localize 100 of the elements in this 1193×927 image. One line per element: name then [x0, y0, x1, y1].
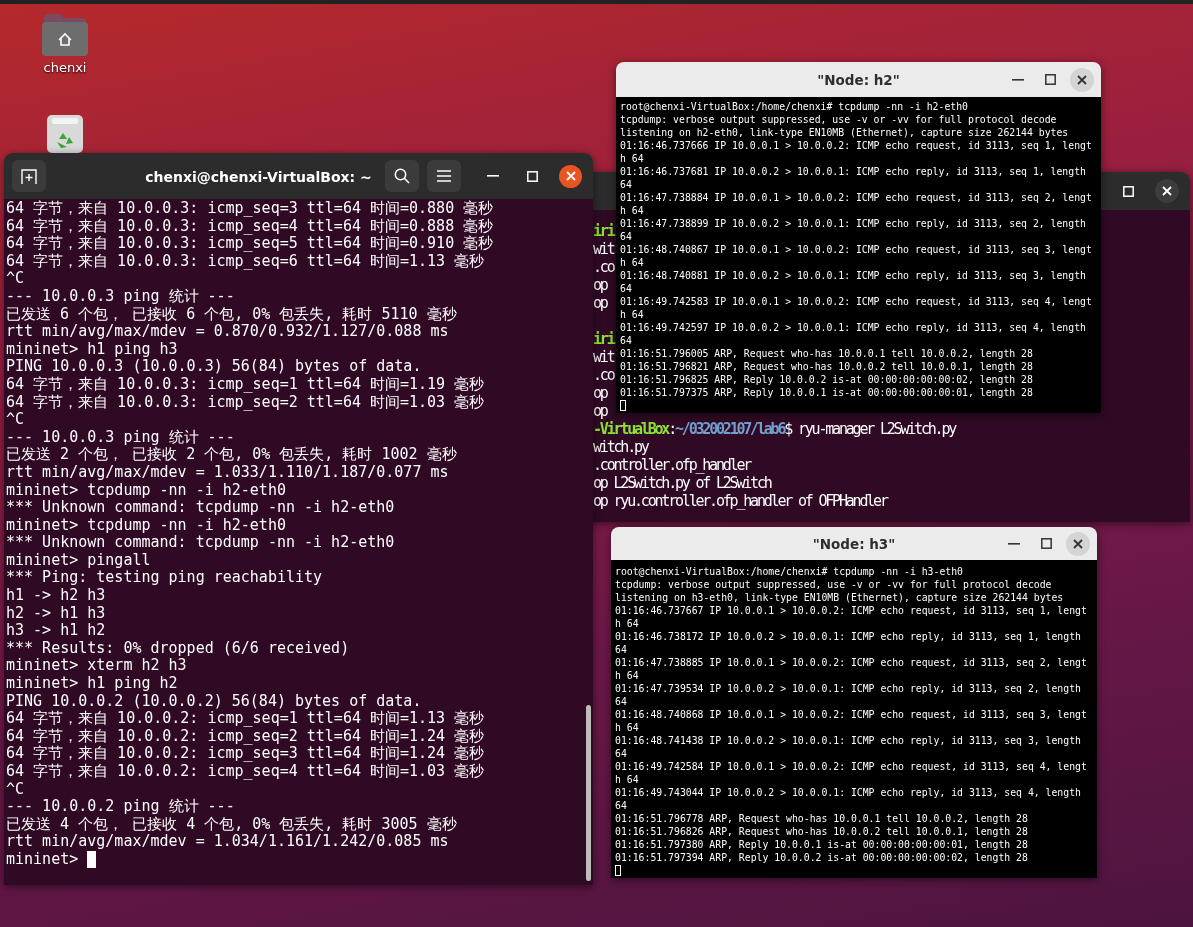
terminal-line: 01:16:46.737666 IP 10.0.0.1 > 10.0.0.2: ICMP echo request, id 3113, seq 1, lengt — [620, 139, 1093, 152]
window-title: chenxi@chenxi-VirtualBox: ~ — [145, 168, 372, 185]
icon-label: chenxi — [43, 60, 87, 75]
terminal-line: mininet> h1 ping h3 — [6, 340, 179, 359]
terminal-line: 64 字节，来自 10.0.0.2: icmp_seq=2 ttl=64 时间=1.24 毫秒 — [6, 727, 486, 745]
terminal-line: 01:16:48.740867 IP 10.0.0.1 > 10.0.0.2: ICMP echo request, id 3113, seq 3, lengt — [620, 243, 1093, 256]
terminal-line: --- 10.0.0.3 ping 统计 --- — [6, 428, 236, 446]
terminal-line: 01:16:51.797375 ARP, Reply 10.0.0.1 is-at 00:00:00:00:00:01, length 28 — [620, 386, 1034, 399]
cursor — [87, 850, 97, 868]
terminal-line: h 64 — [615, 721, 640, 734]
terminal-line: 64 字节，来自 10.0.0.3: icmp_seq=4 ttl=64 时间=0.888 毫秒 — [6, 217, 495, 235]
close-icon — [1162, 186, 1172, 196]
new-tab-icon — [21, 168, 37, 184]
terminal-line: 64 — [615, 799, 628, 812]
close-icon — [1077, 74, 1087, 85]
terminal-line: 64 字节，来自 10.0.0.3: icmp_seq=3 ttl=64 时间=0.880 毫秒 — [6, 200, 495, 218]
terminal-line: 01:16:47.738899 IP 10.0.0.2 > 10.0.0.1: ICMP echo reply, id 3113, seq 2, length — [620, 217, 1087, 230]
terminal-line: root@chenxi-VirtualBox:/home/chenxi# tcpdump -nn -i h3-eth0 — [615, 565, 964, 578]
trash-icon[interactable] — [47, 115, 83, 153]
terminal-line: op L2Switch.py of L2Switch — [593, 474, 771, 492]
scrollbar-thumb[interactable] — [586, 705, 591, 881]
terminal-line: rtt min/avg/max/mdev = 1.033/1.110/1.187/0.077 ms — [6, 463, 450, 482]
terminal-line: 64 字节，来自 10.0.0.3: icmp_seq=2 ttl=64 时间=1.03 毫秒 — [6, 393, 486, 412]
terminal-line: -VirtualBox:~/032002107/lab6$ ryu-manager L2Switch.py — [593, 420, 956, 438]
terminal-line: PING 10.0.0.2 (10.0.0.2) 56(84) bytes of data. — [6, 692, 423, 710]
terminal-line: listening on h2-eth0, link-type EN10MB (Ethernet), capture size 262144 bytes — [620, 126, 1070, 139]
minimize-icon — [487, 175, 499, 177]
terminal-line: iri — [593, 330, 614, 348]
terminal-line: --- 10.0.0.2 ping 统计 --- — [6, 798, 236, 816]
terminal-line: op — [593, 402, 607, 420]
close-icon — [565, 171, 576, 181]
terminal-line: ^C — [6, 411, 26, 429]
terminal-line: 01:16:47.739534 IP 10.0.0.2 > 10.0.0.1: ICMP echo reply, id 3113, seq 2, length — [615, 682, 1082, 695]
terminal-line: wit — [593, 240, 614, 258]
maximize-icon — [526, 170, 538, 182]
home-folder-icon[interactable] — [42, 12, 88, 56]
terminal-line: 01:16:51.797394 ARP, Reply 10.0.0.2 is-at 00:00:00:00:00:02, length 28 — [615, 851, 1029, 864]
terminal-line: 已发送 2 个包， 已接收 2 个包, 0% 包丢失, 耗时 1002 毫秒 — [6, 446, 458, 464]
terminal-line: 01:16:48.741438 IP 10.0.0.2 > 10.0.0.1: ICMP echo reply, id 3113, seq 3, length — [615, 734, 1082, 747]
terminal-line: 01:16:49.742584 IP 10.0.0.1 > 10.0.0.2: ICMP echo request, id 3113, seq 4, lengt — [615, 760, 1088, 773]
terminal-line: 01:16:51.797380 ARP, Reply 10.0.0.1 is-at 00:00:00:00:00:01, length 28 — [615, 838, 1029, 851]
terminal-line: h 64 — [615, 617, 640, 630]
window-title: "Node: h3" — [812, 535, 896, 552]
terminal-line: --- 10.0.0.3 ping 统计 --- — [6, 287, 236, 306]
terminal-line: witch.py — [593, 438, 648, 456]
terminal-line: wit — [593, 348, 614, 366]
cursor — [620, 400, 626, 411]
terminal-line: h 64 — [620, 308, 645, 321]
close-button[interactable] — [559, 164, 582, 188]
terminal-line: op — [593, 276, 607, 294]
search-button[interactable] — [385, 160, 419, 192]
terminal-line: 01:16:49.743044 IP 10.0.0.2 > 10.0.0.1: ICMP echo reply, id 3113, seq 4, length — [615, 786, 1082, 799]
terminal-line: 01:16:49.742597 IP 10.0.0.2 > 10.0.0.1: ICMP echo reply, id 3113, seq 4, length — [620, 321, 1087, 334]
terminal-line: mininet> — [6, 850, 79, 869]
terminal-line: h 64 — [615, 669, 640, 682]
terminal-line: mininet> xterm h2 h3 — [6, 657, 188, 676]
terminal-line: mininet> pingall — [6, 551, 152, 570]
terminal-line: 01:16:46.738172 IP 10.0.0.2 > 10.0.0.1: ICMP echo reply, id 3113, seq 1, length — [615, 630, 1082, 643]
terminal-line: op ryu.controller.ofp_handler of OFPHandler — [593, 492, 887, 510]
terminal-line: op — [593, 384, 607, 402]
terminal-line: ^C — [6, 780, 26, 799]
terminal-line: 01:16:49.742583 IP 10.0.0.1 > 10.0.0.2: ICMP echo request, id 3113, seq 4, lengt — [620, 295, 1093, 308]
new-tab-button[interactable] — [12, 160, 46, 192]
terminal-line: 64 字节，来自 10.0.0.3: icmp_seq=6 ttl=64 时间=1.13 毫秒 — [6, 252, 486, 271]
minimize-icon — [1012, 78, 1024, 81]
terminal-line: 01:16:51.796005 ARP, Request who-has 10.0.0.1 tell 10.0.0.2, length 28 — [620, 347, 1034, 360]
terminal-line: 64 — [615, 643, 628, 656]
terminal-line: h3 -> h1 h2 — [6, 622, 107, 640]
terminal-line: iri — [593, 222, 614, 240]
terminal-line: 64 — [620, 230, 633, 243]
terminal-line: rtt min/avg/max/mdev = 1.034/1.161/1.242/0.085 ms — [6, 833, 450, 851]
terminal-line: 64 字节，来自 10.0.0.3: icmp_seq=1 ttl=64 时间=1.19 毫秒 — [6, 375, 486, 394]
terminal-line: 01:16:51.796778 ARP, Request who-has 10.0.0.1 tell 10.0.0.2, length 28 — [615, 812, 1029, 825]
terminal-line: mininet> tcpdump -nn -i h2-eth0 — [6, 516, 287, 535]
terminal-line: ^C — [6, 270, 26, 288]
maximize-icon — [1122, 185, 1134, 197]
terminal-line: 64 — [620, 282, 633, 295]
terminal-line: tcpdump: verbose output suppressed, use -v or -vv for full protocol decode — [620, 113, 1058, 126]
terminal-line: *** Results: 0% dropped (6/6 received) — [6, 639, 351, 658]
close-button[interactable] — [1070, 67, 1094, 92]
terminal-line: 64 字节，来自 10.0.0.3: icmp_seq=5 ttl=64 时间=0.910 毫秒 — [6, 235, 495, 253]
terminal-line: 64 — [620, 178, 633, 191]
terminal-line: .co — [593, 366, 614, 384]
terminal-line: 01:16:47.738884 IP 10.0.0.1 > 10.0.0.2: ICMP echo request, id 3113, seq 2, lengt — [620, 191, 1093, 204]
terminal-line: tcpdump: verbose output suppressed, use -v or -vv for full protocol decode — [615, 578, 1053, 591]
terminal-line: .co — [593, 258, 614, 276]
terminal-line: 64 字节，来自 10.0.0.2: icmp_seq=1 ttl=64 时间=1.13 毫秒 — [6, 710, 486, 728]
terminal-line: h 64 — [620, 204, 645, 217]
terminal-line: rtt min/avg/max/mdev = 0.870/0.932/1.127/0.088 ms — [6, 323, 450, 341]
maximize-icon — [1040, 538, 1052, 549]
close-button[interactable] — [1066, 531, 1090, 556]
close-button[interactable] — [1155, 179, 1179, 203]
terminal-line: PING 10.0.0.3 (10.0.0.3) 56(84) bytes of data. — [6, 358, 423, 376]
terminal-line: mininet> h1 ping h2 — [6, 675, 179, 693]
terminal-line: 01:16:51.796821 ARP, Request who-has 10.0.0.2 tell 10.0.0.1, length 28 — [620, 360, 1034, 373]
menu-button[interactable] — [427, 160, 461, 192]
close-icon — [1073, 538, 1083, 549]
cursor — [615, 865, 621, 876]
terminal-line: .controller.ofp_handler — [593, 456, 751, 474]
terminal-line: *** Unknown command: tcpdump -nn -i h2-eth0 — [6, 534, 396, 552]
